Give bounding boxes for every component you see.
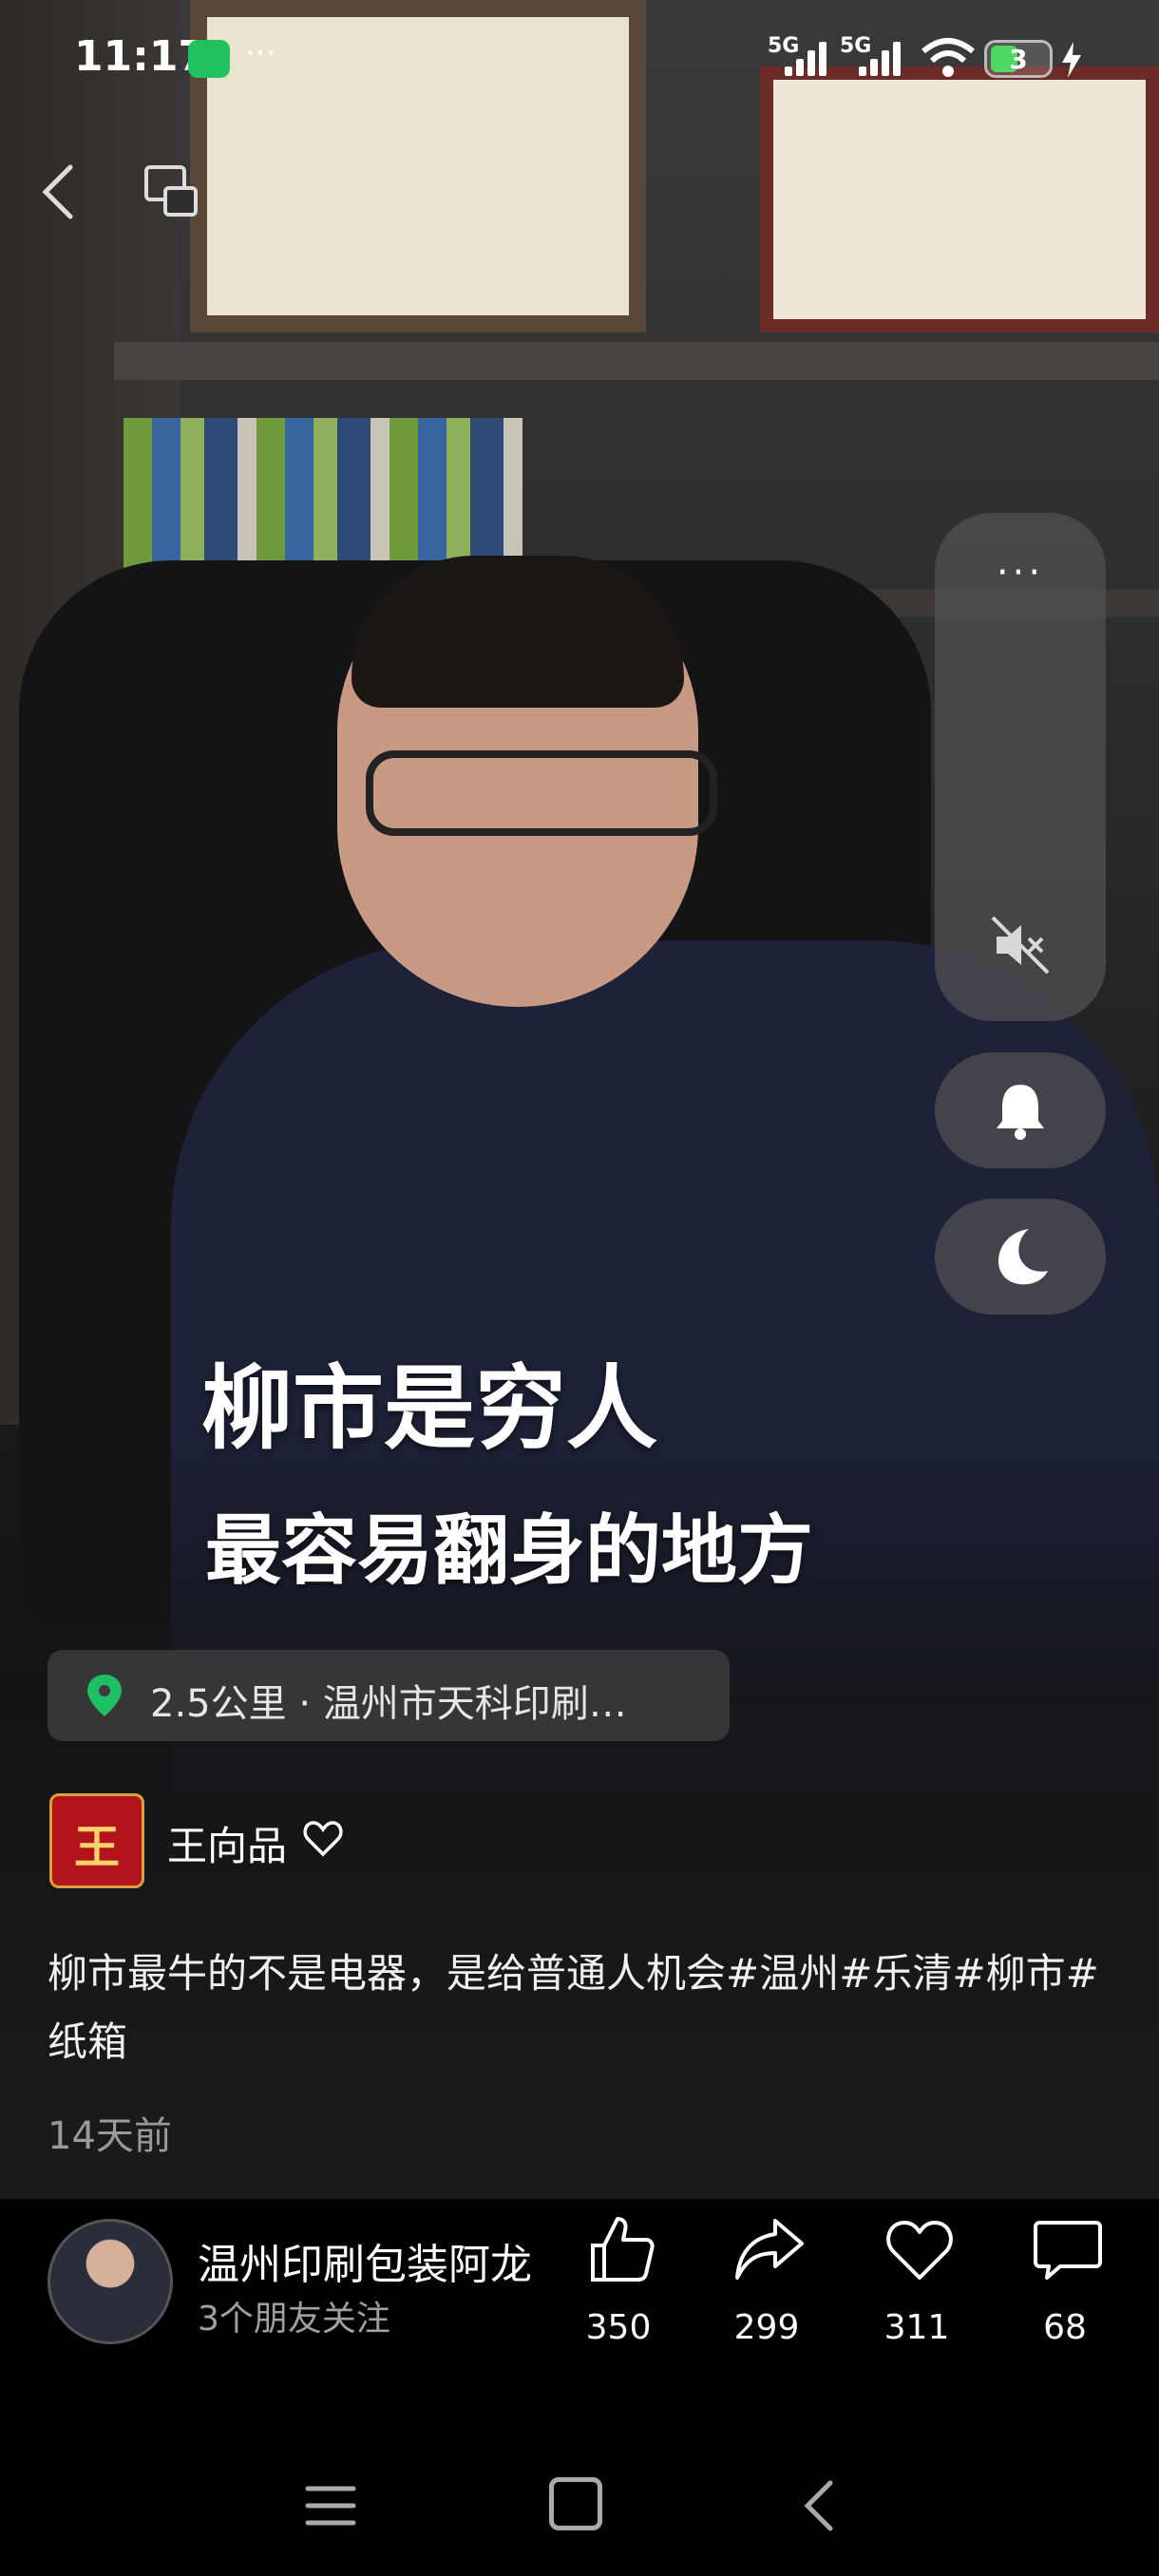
- comment-button[interactable]: 68: [1013, 2213, 1117, 2356]
- like-count: 350: [585, 2308, 652, 2347]
- signal-icon: [785, 42, 828, 76]
- pip-icon[interactable]: [142, 161, 201, 220]
- author-name[interactable]: 王向品: [167, 1814, 287, 1872]
- location-chip[interactable]: 2.5公里 · 温州市天科印刷…: [48, 1650, 730, 1741]
- back-icon[interactable]: [34, 161, 82, 222]
- side-control-panel: ···: [935, 513, 1106, 1021]
- wifi-icon: [922, 38, 975, 77]
- channel-avatar[interactable]: [48, 2219, 173, 2344]
- thumbs-up-icon: [591, 2217, 655, 2282]
- location-pin-icon: [87, 1675, 122, 1716]
- video-caption-line1: 柳市是穷人: [201, 1355, 657, 1462]
- video-scene-shelf: [114, 342, 1159, 380]
- mute-icon[interactable]: [987, 912, 1054, 978]
- like-button[interactable]: 350: [566, 2213, 671, 2356]
- menu-icon[interactable]: [302, 2481, 359, 2530]
- comment-icon: [1034, 2221, 1102, 2280]
- more-options-icon[interactable]: ···: [935, 551, 1106, 595]
- video-scene-glasses: [366, 750, 717, 836]
- author-avatar[interactable]: 王: [49, 1793, 144, 1888]
- favorite-button[interactable]: 311: [864, 2213, 969, 2356]
- bell-icon: [997, 1085, 1044, 1140]
- share-button[interactable]: 299: [714, 2213, 819, 2356]
- signal-icon: [859, 42, 902, 76]
- battery-level: 3: [1009, 44, 1028, 75]
- heart-icon: [886, 2221, 953, 2280]
- bell-button[interactable]: [935, 1052, 1106, 1168]
- share-icon: [735, 2219, 804, 2280]
- status-bar: 11:17 ··· 5G 5G 3: [0, 0, 1159, 114]
- moon-button[interactable]: [935, 1199, 1106, 1315]
- channel-name[interactable]: 温州印刷包装阿龙: [198, 2230, 532, 2291]
- author-avatar-glyph: 王: [73, 1821, 120, 1874]
- heart-icon[interactable]: [302, 1818, 344, 1860]
- home-icon[interactable]: [549, 2477, 602, 2530]
- charging-icon: [1062, 42, 1081, 78]
- status-more-icon: ···: [245, 34, 276, 72]
- favorite-count: 311: [884, 2308, 950, 2347]
- share-count: 299: [733, 2308, 800, 2347]
- post-description: 柳市最牛的不是电器，是给普通人机会#温州#乐清#柳市#纸箱: [48, 1950, 1099, 2065]
- post-time: 14天前: [48, 2114, 172, 2158]
- comment-count: 68: [1043, 2308, 1087, 2347]
- location-text: 2.5公里 · 温州市天科印刷…: [150, 1682, 627, 1726]
- battery-icon: 3: [984, 40, 1053, 78]
- video-caption-line2: 最容易翻身的地方: [205, 1506, 813, 1595]
- wechat-icon: [188, 40, 230, 78]
- nav-back-icon[interactable]: [796, 2475, 844, 2536]
- moon-icon: [998, 1229, 1048, 1285]
- channel-followers: 3个朋友关注: [198, 2300, 390, 2339]
